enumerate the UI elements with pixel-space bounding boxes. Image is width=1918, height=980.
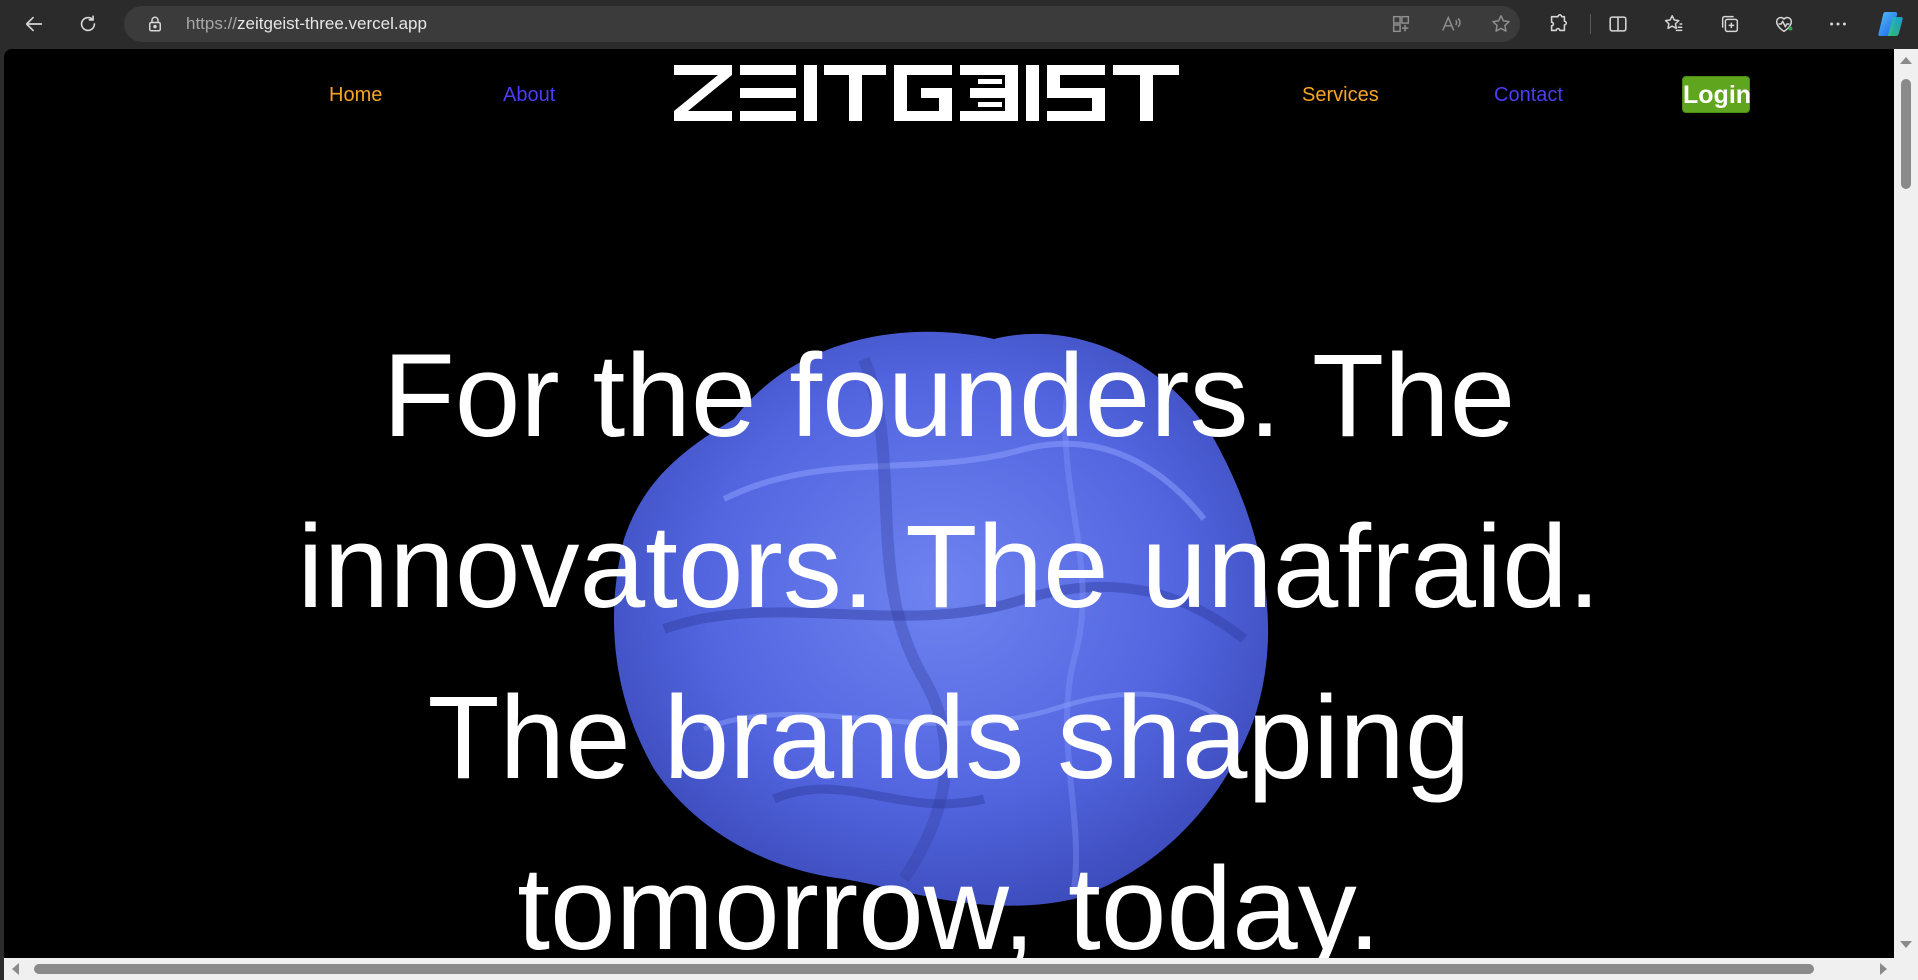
hero-line-1: For the founders. The: [382, 330, 1516, 462]
site-nav: Home About Services Contact Login: [4, 49, 1894, 149]
horizontal-scroll-thumb[interactable]: [34, 964, 1814, 974]
nav-about-link[interactable]: About: [503, 83, 555, 107]
favorite-star-icon[interactable]: [1490, 13, 1512, 35]
horizontal-scrollbar[interactable]: [4, 958, 1918, 980]
favorites-icon[interactable]: [1656, 7, 1692, 41]
split-screen-icon[interactable]: [1600, 7, 1636, 41]
login-button[interactable]: Login: [1682, 76, 1751, 113]
url-text[interactable]: https://zeitgeist-three.vercel.app: [186, 15, 427, 33]
copilot-icon[interactable]: [1876, 9, 1906, 39]
more-icon[interactable]: [1820, 7, 1856, 41]
refresh-icon[interactable]: [70, 7, 106, 41]
nav-contact-link[interactable]: Contact: [1494, 83, 1563, 107]
scroll-down-arrow-icon[interactable]: [1900, 941, 1912, 948]
zeitgeist-logo[interactable]: [674, 65, 1179, 121]
hero-headline: For the founders. The innovators. The un…: [249, 311, 1649, 958]
browser-toolbar: https://zeitgeist-three.vercel.app: [0, 0, 1918, 48]
nav-home-link[interactable]: Home: [329, 83, 382, 107]
hero-line-3: The brands shaping: [427, 672, 1471, 804]
url-protocol: https://: [186, 14, 238, 33]
scroll-right-arrow-icon[interactable]: [1880, 963, 1887, 975]
page-viewport: Home About Services Contact Login For th…: [4, 49, 1894, 958]
lock-icon[interactable]: [146, 15, 164, 33]
nav-services-link[interactable]: Services: [1302, 83, 1379, 107]
url-host: zeitgeist-three.vercel.app: [237, 14, 427, 33]
read-aloud-icon[interactable]: [1440, 13, 1462, 35]
collections-icon[interactable]: [1712, 7, 1748, 41]
scroll-left-arrow-icon[interactable]: [12, 963, 19, 975]
hero-line-2: innovators. The unafraid.: [297, 501, 1601, 633]
toolbar-separator: [1590, 14, 1591, 34]
vertical-scrollbar[interactable]: [1894, 49, 1918, 958]
scroll-up-arrow-icon[interactable]: [1900, 57, 1912, 64]
browser-essentials-icon[interactable]: [1766, 7, 1802, 41]
back-icon[interactable]: [16, 7, 52, 41]
address-bar[interactable]: https://zeitgeist-three.vercel.app: [124, 6, 1520, 42]
app-available-icon[interactable]: [1390, 13, 1412, 35]
vertical-scroll-thumb[interactable]: [1901, 79, 1911, 189]
hero-line-4: tomorrow, today.: [517, 843, 1381, 958]
extensions-icon[interactable]: [1540, 7, 1576, 41]
